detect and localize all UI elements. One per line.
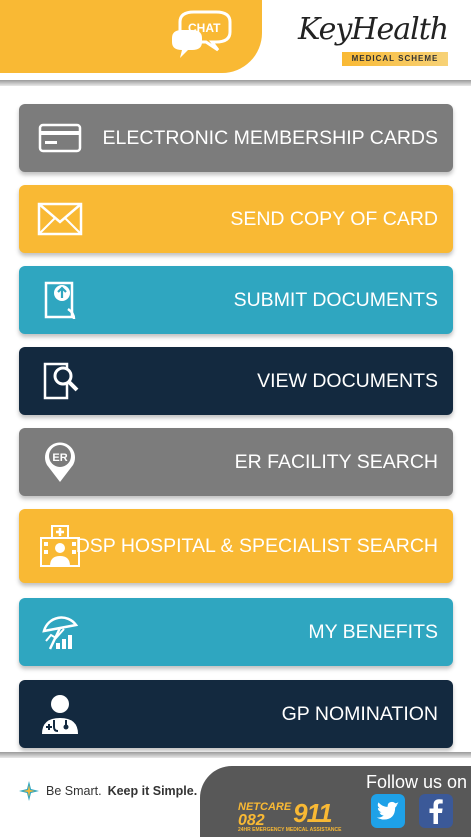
menu-label: MY BENEFITS xyxy=(308,620,438,643)
menu-item-send-copy-of-card[interactable]: SEND COPY OF CARD xyxy=(19,185,453,253)
netcare-caption: 24HR EMERGENCY MEDICAL ASSISTANCE xyxy=(238,827,342,833)
keyhealth-logo: KeyHealth MEDICAL SCHEME xyxy=(298,10,458,66)
twitter-icon xyxy=(376,801,399,820)
upload-document-icon xyxy=(37,277,83,323)
tagline-normal: Be Smart. xyxy=(46,784,102,798)
netcare-911-logo[interactable]: NETCARE 082 911 24HR EMERGENCY MEDICAL A… xyxy=(238,798,341,833)
hospital-doctor-icon xyxy=(37,523,83,569)
svg-text:ER: ER xyxy=(52,452,67,464)
menu-label: SUBMIT DOCUMENTS xyxy=(233,288,438,311)
menu-label: DSP HOSPITAL & SPECIALIST SEARCH xyxy=(75,534,438,557)
chat-bubble-icon xyxy=(172,10,232,58)
twitter-button[interactable] xyxy=(371,794,405,828)
er-location-icon: ER xyxy=(37,439,83,485)
umbrella-benefits-icon xyxy=(37,609,83,655)
chat-label: CHAT xyxy=(188,21,221,35)
logo-subtitle: MEDICAL SCHEME xyxy=(342,52,448,66)
logo-title: KeyHealth xyxy=(298,12,449,47)
follow-label: Follow us on xyxy=(366,772,468,792)
menu-label: SEND COPY OF CARD xyxy=(230,207,438,230)
menu-label: VIEW DOCUMENTS xyxy=(257,369,438,392)
doctor-icon xyxy=(37,691,83,737)
menu-item-view-documents[interactable]: VIEW DOCUMENTS xyxy=(19,347,453,415)
footer: Be Smart. Keep it Simple. NETCARE 082 91… xyxy=(0,752,471,837)
menu-item-electronic-membership-cards[interactable]: ELECTRONIC MEMBERSHIP CARDS xyxy=(19,104,453,172)
tagline-bold: Keep it Simple. xyxy=(107,784,198,798)
header-divider xyxy=(0,80,471,86)
envelope-icon xyxy=(37,196,83,242)
header: CHAT KeyHealth MEDICAL SCHEME xyxy=(0,0,471,80)
menu-item-my-benefits[interactable]: MY BENEFITS xyxy=(19,598,453,666)
tagline: Be Smart. Keep it Simple. xyxy=(18,780,197,802)
netcare-number-suffix: 911 xyxy=(293,798,332,828)
search-document-icon xyxy=(37,358,83,404)
keyhealth-star-icon xyxy=(19,781,39,801)
facebook-button[interactable] xyxy=(419,794,453,828)
menu-label: GP NOMINATION xyxy=(281,702,438,725)
menu-label: ELECTRONIC MEMBERSHIP CARDS xyxy=(102,126,438,149)
footer-divider xyxy=(0,752,471,758)
facebook-icon xyxy=(429,799,443,824)
social-panel: NETCARE 082 911 24HR EMERGENCY MEDICAL A… xyxy=(200,766,471,837)
card-icon xyxy=(37,115,83,161)
menu-item-submit-documents[interactable]: SUBMIT DOCUMENTS xyxy=(19,266,453,334)
menu-label: ER FACILITY SEARCH xyxy=(234,450,438,473)
menu-item-er-facility-search[interactable]: ER ER FACILITY SEARCH xyxy=(19,428,453,496)
menu-item-gp-nomination[interactable]: GP NOMINATION xyxy=(19,680,453,748)
chat-button[interactable]: CHAT xyxy=(168,8,232,64)
menu-item-dsp-hospital-specialist-search[interactable]: DSP HOSPITAL & SPECIALIST SEARCH xyxy=(19,509,453,583)
